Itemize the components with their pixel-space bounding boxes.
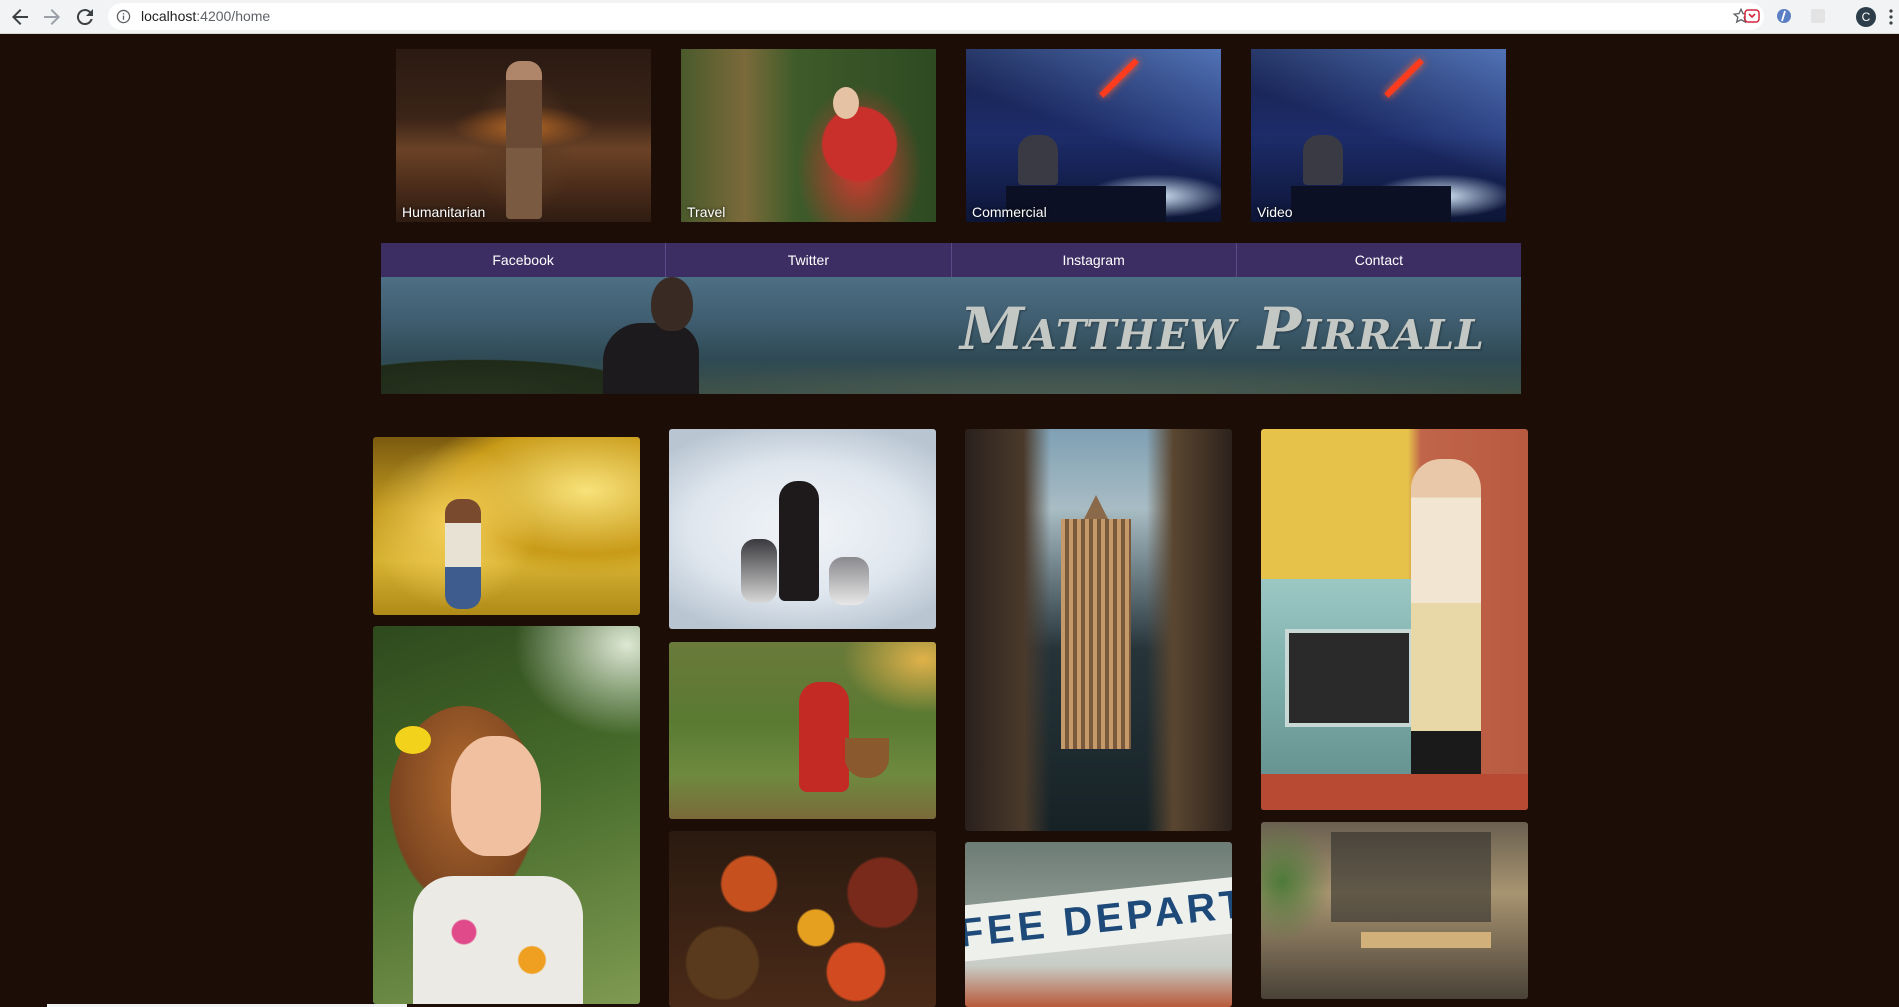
gallery-photo-skyscraper[interactable] — [965, 429, 1232, 831]
photo-tower — [1061, 519, 1131, 749]
address-bar[interactable]: localhost:4200/home — [108, 3, 1764, 30]
gallery-photo-husky-snow[interactable] — [669, 429, 936, 629]
tile-photo-light — [1099, 58, 1139, 98]
gallery-photo-sprinkler-boy[interactable] — [373, 437, 640, 615]
photo-sign-text: FEE DEPARTI — [965, 876, 1232, 962]
extension-placeholder-icon[interactable] — [1810, 8, 1826, 24]
forward-button[interactable] — [40, 5, 64, 29]
photo-subject-dress — [413, 876, 583, 1004]
url-host: localhost — [141, 8, 197, 24]
hero-banner: Matthew Pirrall — [381, 277, 1521, 394]
category-caption: Commercial — [972, 204, 1047, 220]
category-caption: Humanitarian — [402, 204, 486, 220]
gallery-photo-red-hood[interactable] — [669, 642, 936, 819]
profile-avatar[interactable]: C — [1856, 7, 1876, 27]
gallery-photo-food-spread[interactable] — [669, 831, 936, 1007]
photo-basket — [845, 738, 889, 778]
category-tile-humanitarian[interactable]: Humanitarian — [396, 49, 651, 222]
gallery-photo-office[interactable] — [1261, 822, 1528, 999]
photo-subject — [799, 682, 849, 792]
photo-plant — [1261, 822, 1331, 942]
tile-photo-subject — [833, 87, 859, 119]
browser-toolbar: localhost:4200/home C — [0, 0, 1899, 34]
photo-dog — [829, 557, 869, 605]
category-caption: Travel — [687, 204, 726, 220]
category-tile-travel[interactable]: Travel — [681, 49, 936, 222]
photo-subject — [445, 499, 481, 609]
photo-subject — [1411, 459, 1481, 779]
tile-photo-subject — [506, 61, 542, 219]
photo-floor — [1261, 774, 1528, 810]
photo-table — [1361, 932, 1491, 948]
extension-icon[interactable] — [1776, 8, 1792, 24]
photo-subject — [779, 481, 819, 601]
info-icon[interactable] — [116, 9, 131, 24]
pocket-extension-icon[interactable] — [1744, 8, 1760, 24]
photo-glass-wall — [1331, 832, 1491, 922]
reload-button[interactable] — [73, 5, 97, 29]
gallery-photo-painted-girl[interactable] — [373, 626, 640, 1004]
nav-link-instagram[interactable]: Instagram — [952, 243, 1237, 277]
url-text: localhost:4200/home — [141, 9, 270, 24]
reload-icon — [76, 9, 93, 26]
photo-subject-bow — [395, 726, 431, 754]
tile-photo-desk — [1291, 186, 1451, 222]
arrow-left-icon — [12, 9, 28, 25]
photo-subject-face — [451, 736, 541, 856]
category-tile-commercial[interactable]: Commercial — [966, 49, 1221, 222]
gallery-photo-coffee-depot[interactable]: FEE DEPARTI — [965, 842, 1232, 1007]
arrow-right-icon — [44, 9, 60, 25]
tile-photo-light — [1384, 58, 1424, 98]
nav-link-contact[interactable]: Contact — [1237, 243, 1521, 277]
nav-link-facebook[interactable]: Facebook — [381, 243, 667, 277]
gallery-photo-retro-kitchen[interactable] — [1261, 429, 1528, 810]
site-title: Matthew Pirrall — [960, 295, 1485, 363]
category-caption: Video — [1257, 204, 1293, 220]
banner-portrait-body — [603, 323, 699, 394]
banner-portrait-head — [651, 277, 693, 331]
photo-oven — [1285, 629, 1413, 727]
social-nav: Facebook Twitter Instagram Contact — [381, 243, 1521, 277]
photo-dog — [741, 539, 777, 603]
back-button[interactable] — [8, 5, 32, 29]
category-tile-video[interactable]: Video — [1251, 49, 1506, 222]
tile-photo-subject — [1303, 135, 1343, 185]
browser-menu-icon[interactable] — [1888, 8, 1894, 26]
url-path: :4200/home — [196, 8, 271, 24]
nav-link-twitter[interactable]: Twitter — [666, 243, 952, 277]
tile-photo-subject — [1018, 135, 1058, 185]
